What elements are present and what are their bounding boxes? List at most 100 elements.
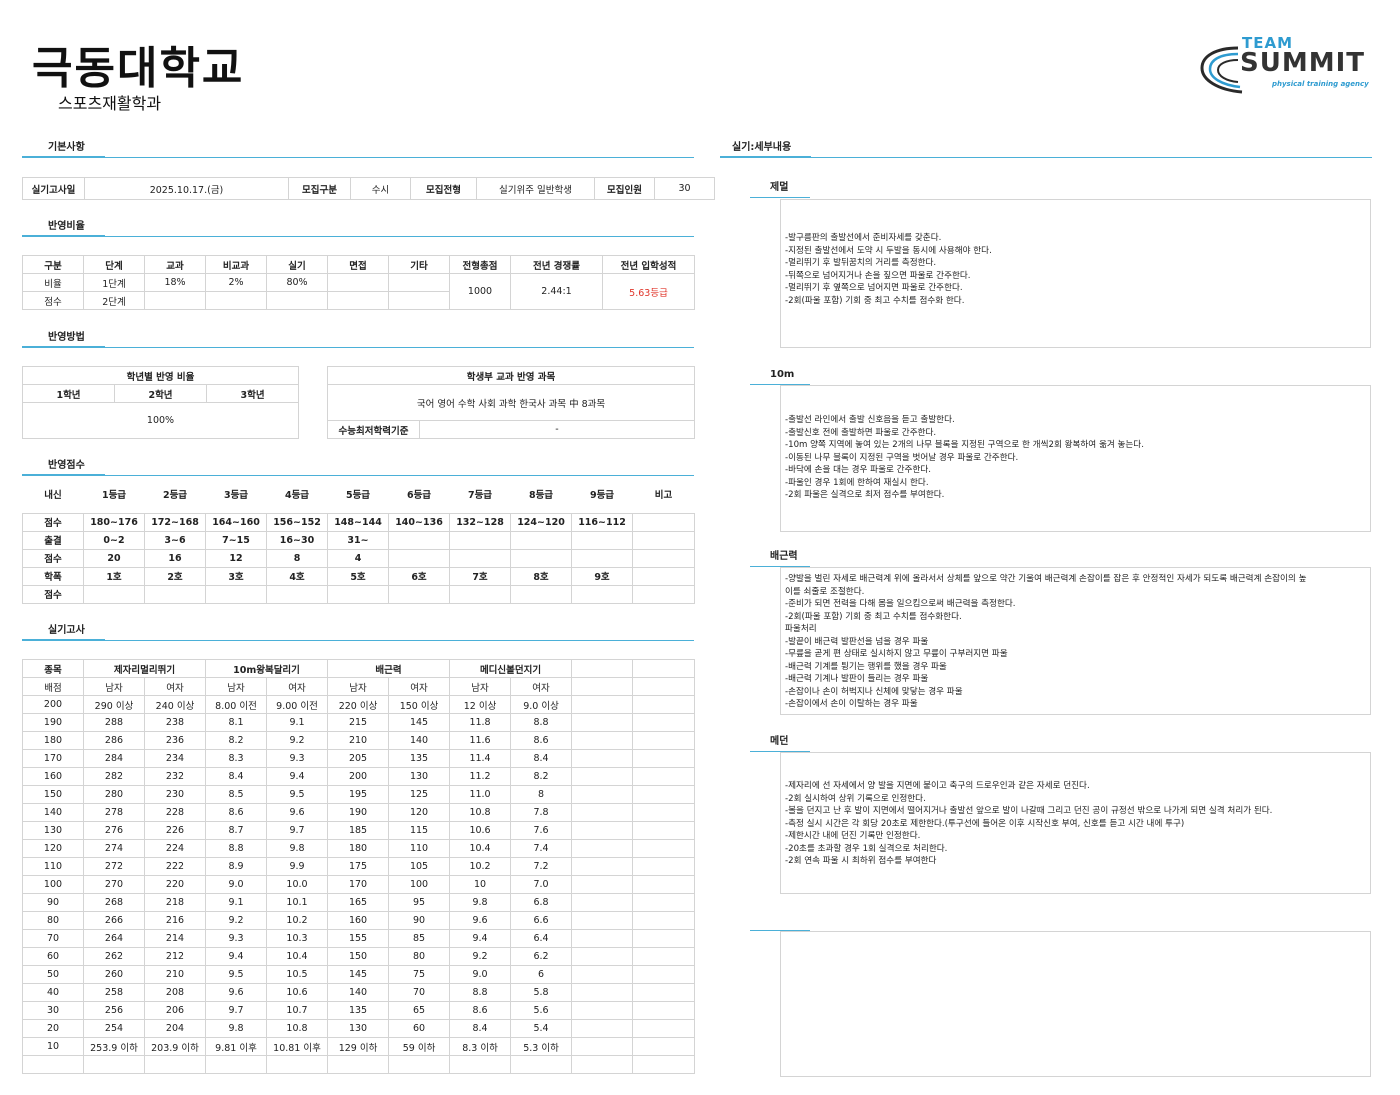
score-cell: 9호 <box>571 566 633 586</box>
exam-cell: 234 <box>144 749 206 768</box>
score-cell <box>510 530 572 550</box>
exam-cell: 9.00 이전 <box>265 695 329 714</box>
exam-cell: 214 <box>144 929 206 948</box>
exam-cell: 150 <box>327 947 390 966</box>
exam-blank <box>632 911 696 930</box>
exam-cell: 10.4 <box>449 839 512 858</box>
score-header: 8등급 <box>528 490 554 501</box>
exam-blank <box>632 893 696 912</box>
basic-info-table: 실기고사일 2025.10.17.(금) 모집구분 수시 모집전형 실기위주 일… <box>22 177 715 200</box>
section-method: 반영방법 <box>22 332 694 348</box>
year-ratio-table: 학년별 반영 비율 1학년 2학년 3학년 100% <box>21 366 300 439</box>
score-cell: 6호 <box>388 566 450 586</box>
detail-line: -볼을 던지고 난 후 발이 지면에서 떨어지거나 출발선 앞으로 발이 나갈때… <box>785 806 1273 816</box>
exam-score: 110 <box>22 857 84 876</box>
exam-blank <box>571 875 634 894</box>
score-cell <box>449 530 511 550</box>
exam-cell: 10.5 <box>265 965 329 984</box>
exam-cell: 276 <box>83 821 145 840</box>
exam-cell: 220 <box>144 875 206 894</box>
score-row-label: 학폭 <box>22 566 84 586</box>
track-label: 모집전형 <box>410 177 477 200</box>
detail-line: -발끝이 배근력 발판선을 넘을 경우 파울 <box>785 636 929 647</box>
exam-blank <box>632 821 696 840</box>
exam-cell: 60 <box>388 1019 451 1038</box>
exam-cell: 8 <box>510 785 573 804</box>
exam-blank <box>632 731 696 750</box>
exam-cell: 10 <box>449 875 512 894</box>
exam-cell: 8.3 이하 <box>449 1037 512 1056</box>
score-cell <box>510 584 572 604</box>
score-header: 7등급 <box>467 490 493 501</box>
exam-cell: 253.9 이하 <box>83 1037 145 1056</box>
exam-cell <box>144 1055 206 1074</box>
exam-cell: 5.6 <box>510 1001 573 1020</box>
recruit-track: 실기위주 일반학생 <box>476 177 595 200</box>
score-table: 내신 1등급 2등급 3등급 4등급 5등급 6등급 7등급 8등급 9등급 비고 점수 180~176… <box>22 484 695 604</box>
score-cell: 164~160 <box>205 512 267 532</box>
score-header: 내신 <box>44 490 62 501</box>
exam-cell: 11.2 <box>449 767 512 786</box>
ratio-cell <box>266 291 328 310</box>
exam-blank <box>632 749 696 768</box>
exam-cell <box>510 1055 573 1074</box>
score-cell: 4호 <box>266 566 328 586</box>
exam-cell: 272 <box>83 857 145 876</box>
score-cell: 0~2 <box>83 530 145 550</box>
exam-cell: 9.5 <box>265 785 329 804</box>
score-cell <box>632 548 695 568</box>
exam-cell: 8.4 <box>205 767 267 786</box>
exam-score: 20 <box>22 1019 84 1038</box>
exam-table: 종목 제자리멀리뛰기 10m왕복달리기 배근력 메디신볼던지기 배점 남자 여자 남자 여자 남자 여… <box>22 659 696 1074</box>
score-cell <box>388 530 450 550</box>
exam-cell: 208 <box>144 983 206 1002</box>
logo-tagline: physical training agency <box>1272 80 1369 88</box>
exam-cell: 10.6 <box>449 821 512 840</box>
ratio-cell: 점수 <box>22 291 84 310</box>
exam-blank <box>632 785 696 804</box>
exam-cell: 9.6 <box>449 911 512 930</box>
detail-line: -2회 연속 파울 시 최하위 점수를 부여한다 <box>785 856 937 866</box>
exam-cell: 130 <box>388 767 451 786</box>
ratio-cell <box>205 291 267 310</box>
exam-cell: 9.0 <box>205 875 267 894</box>
score-header: 비고 <box>654 490 673 501</box>
exam-cell: 10.4 <box>265 947 329 966</box>
detail-title-4 <box>750 915 810 931</box>
score-cell <box>449 548 511 568</box>
exam-cell: 5.4 <box>510 1019 573 1038</box>
year-3: 3학년 <box>205 384 300 403</box>
type-label: 모집구분 <box>288 177 351 200</box>
exam-subheader: 여자 <box>265 677 329 696</box>
score-cell: 3~6 <box>144 530 206 550</box>
score-cell <box>632 566 695 586</box>
score-cell <box>83 584 145 604</box>
ratio-header: 비교과 <box>205 255 267 274</box>
score-header: 3등급 <box>223 490 249 501</box>
score-cell: 16 <box>144 548 206 568</box>
detail-box-0: -발구름판의 출발선에서 준비자세를 갖춘다. -지정된 출발선에서 도약 시 두… <box>780 199 1371 348</box>
exam-blank <box>571 767 634 786</box>
exam-cell: 9.3 <box>265 749 329 768</box>
exam-cell: 185 <box>327 821 390 840</box>
detail-line: -측정 실시 시간은 각 회당 20초로 제한한다.(투구선에 들어온 이후 시… <box>785 818 1185 829</box>
score-cell: 1호 <box>83 566 145 586</box>
exam-score: 10 <box>22 1037 84 1056</box>
exam-cell <box>388 1055 451 1074</box>
date-label: 실기고사일 <box>22 177 85 200</box>
exam-cell: 160 <box>327 911 390 930</box>
score-cell: 116~112 <box>571 512 633 532</box>
detail-line: -제자리에 선 자세에서 양 발을 지면에 붙이고 축구의 드로우인과 같은 자… <box>785 781 1090 791</box>
exam-cell: 10.2 <box>449 857 512 876</box>
exam-cell: 282 <box>83 767 145 786</box>
exam-score: 160 <box>22 767 84 786</box>
exam-score: 190 <box>22 713 84 732</box>
score-cell <box>571 548 633 568</box>
exam-blank <box>632 839 696 858</box>
exam-blank <box>571 1055 634 1074</box>
exam-cell: 258 <box>83 983 145 1002</box>
exam-cell: 268 <box>83 893 145 912</box>
exam-cell: 7.2 <box>510 857 573 876</box>
score-cell: 2호 <box>144 566 206 586</box>
exam-cell: 145 <box>327 965 390 984</box>
